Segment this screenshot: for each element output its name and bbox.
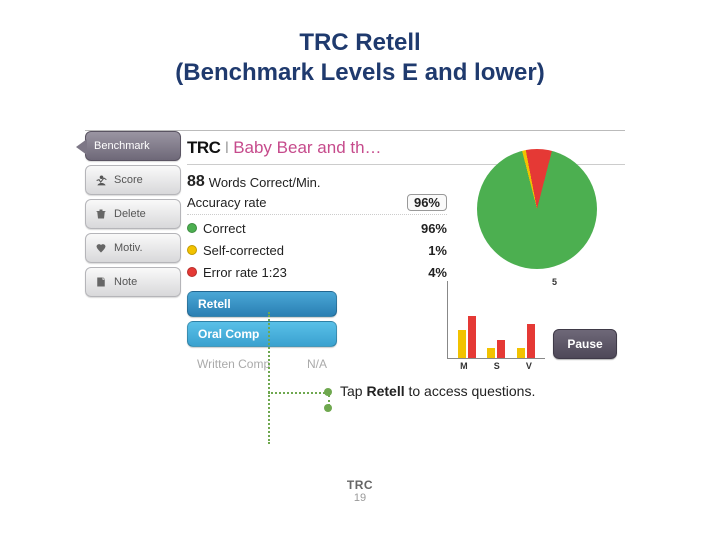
bar-yellow — [517, 348, 525, 358]
dot-yellow-icon — [187, 245, 197, 255]
benchmark-label: Benchmark — [94, 140, 150, 152]
callout-text: Tap Retell to access questions. — [340, 382, 535, 400]
heart-icon — [94, 241, 108, 255]
retell-label: Retell — [198, 297, 231, 311]
metrics-block: 88 Words Correct/Min. Accuracy rate 96% … — [187, 171, 447, 283]
bar-group-m — [458, 316, 476, 358]
bar-red — [527, 324, 535, 358]
note-label: Note — [114, 276, 137, 288]
callout-line-horz — [268, 392, 328, 394]
note-icon — [94, 275, 108, 289]
pause-button[interactable]: Pause — [553, 329, 617, 359]
legend-self-corrected: Self-corrected 1% — [187, 239, 447, 261]
footer-page: 19 — [0, 492, 720, 504]
selfcorr-value: 1% — [401, 243, 447, 258]
trash-icon — [94, 207, 108, 221]
bar-yellow — [458, 330, 466, 358]
motiv-label: Motiv. — [114, 242, 143, 254]
bar-group-v — [517, 324, 535, 358]
error-value: 4% — [401, 265, 447, 280]
written-comp-row: Written Comp N/A — [187, 351, 337, 377]
pause-label: Pause — [567, 337, 602, 351]
bar-red — [497, 340, 505, 358]
accuracy-label: Accuracy rate — [187, 195, 407, 210]
bar-label-v: V — [526, 361, 532, 371]
motiv-button[interactable]: Motiv. — [85, 233, 181, 263]
callout-pre: Tap — [340, 383, 366, 399]
bar-label-s: S — [494, 361, 500, 371]
bar-labels: M S V — [447, 361, 545, 371]
person-icon — [94, 173, 108, 187]
selfcorr-label: Self-corrected — [203, 243, 401, 258]
correct-value: 96% — [401, 221, 447, 236]
left-button-column: Benchmark Score Delete Motiv. Note — [85, 131, 181, 301]
slide-footer: TRC 19 — [0, 478, 720, 504]
legend-error: Error rate 1:23 4% — [187, 261, 447, 283]
dot-green-icon — [187, 223, 197, 233]
bar-label-m: M — [460, 361, 468, 371]
slide-title: TRC Retell (Benchmark Levels E and lower… — [0, 0, 720, 88]
callout-post: to access questions. — [405, 383, 536, 399]
pie-graphic — [477, 149, 597, 269]
delete-button[interactable]: Delete — [85, 199, 181, 229]
score-button[interactable]: Score — [85, 165, 181, 195]
footer-label: TRC — [0, 478, 720, 492]
note-button[interactable]: Note — [85, 267, 181, 297]
wcpm-value: 88 — [187, 173, 205, 191]
benchmark-button[interactable]: Benchmark — [85, 131, 181, 161]
wcpm-label: Words Correct/Min. — [209, 175, 321, 190]
callout-dot-icon — [324, 404, 332, 412]
dot-red-icon — [187, 267, 197, 277]
written-na: N/A — [307, 357, 327, 371]
accuracy-row: Accuracy rate 96% — [187, 193, 447, 215]
bar-yellow — [487, 348, 495, 358]
mode-buttons: Retell Oral Comp Written Comp N/A — [187, 291, 337, 381]
bar-red — [468, 316, 476, 358]
app-panel: Benchmark Score Delete Motiv. Note — [85, 130, 625, 131]
written-label: Written Comp — [197, 357, 270, 371]
bar-group-s — [487, 340, 505, 358]
correct-label: Correct — [203, 221, 401, 236]
accuracy-value: 96% — [407, 194, 447, 211]
title-line1: TRC Retell — [299, 29, 420, 56]
wcpm-row: 88 Words Correct/Min. — [187, 171, 447, 193]
title-line2: (Benchmark Levels E and lower) — [175, 59, 544, 86]
bar-ymax: 5 — [552, 277, 557, 287]
callout-line-vert — [268, 312, 270, 444]
error-label: Error rate 1:23 — [203, 265, 401, 280]
bar-chart: 5 — [447, 281, 545, 359]
legend-correct: Correct 96% — [187, 217, 447, 239]
retell-button[interactable]: Retell — [187, 291, 337, 317]
delete-label: Delete — [114, 208, 146, 220]
callout-dot-icon — [324, 388, 332, 396]
callout-bold: Retell — [366, 383, 404, 399]
oral-comp-button[interactable]: Oral Comp — [187, 321, 337, 347]
header-separator: I — [224, 138, 229, 158]
trc-label: TRC — [187, 138, 220, 158]
score-label: Score — [114, 174, 143, 186]
oral-label: Oral Comp — [198, 327, 259, 341]
pie-chart — [467, 149, 607, 269]
